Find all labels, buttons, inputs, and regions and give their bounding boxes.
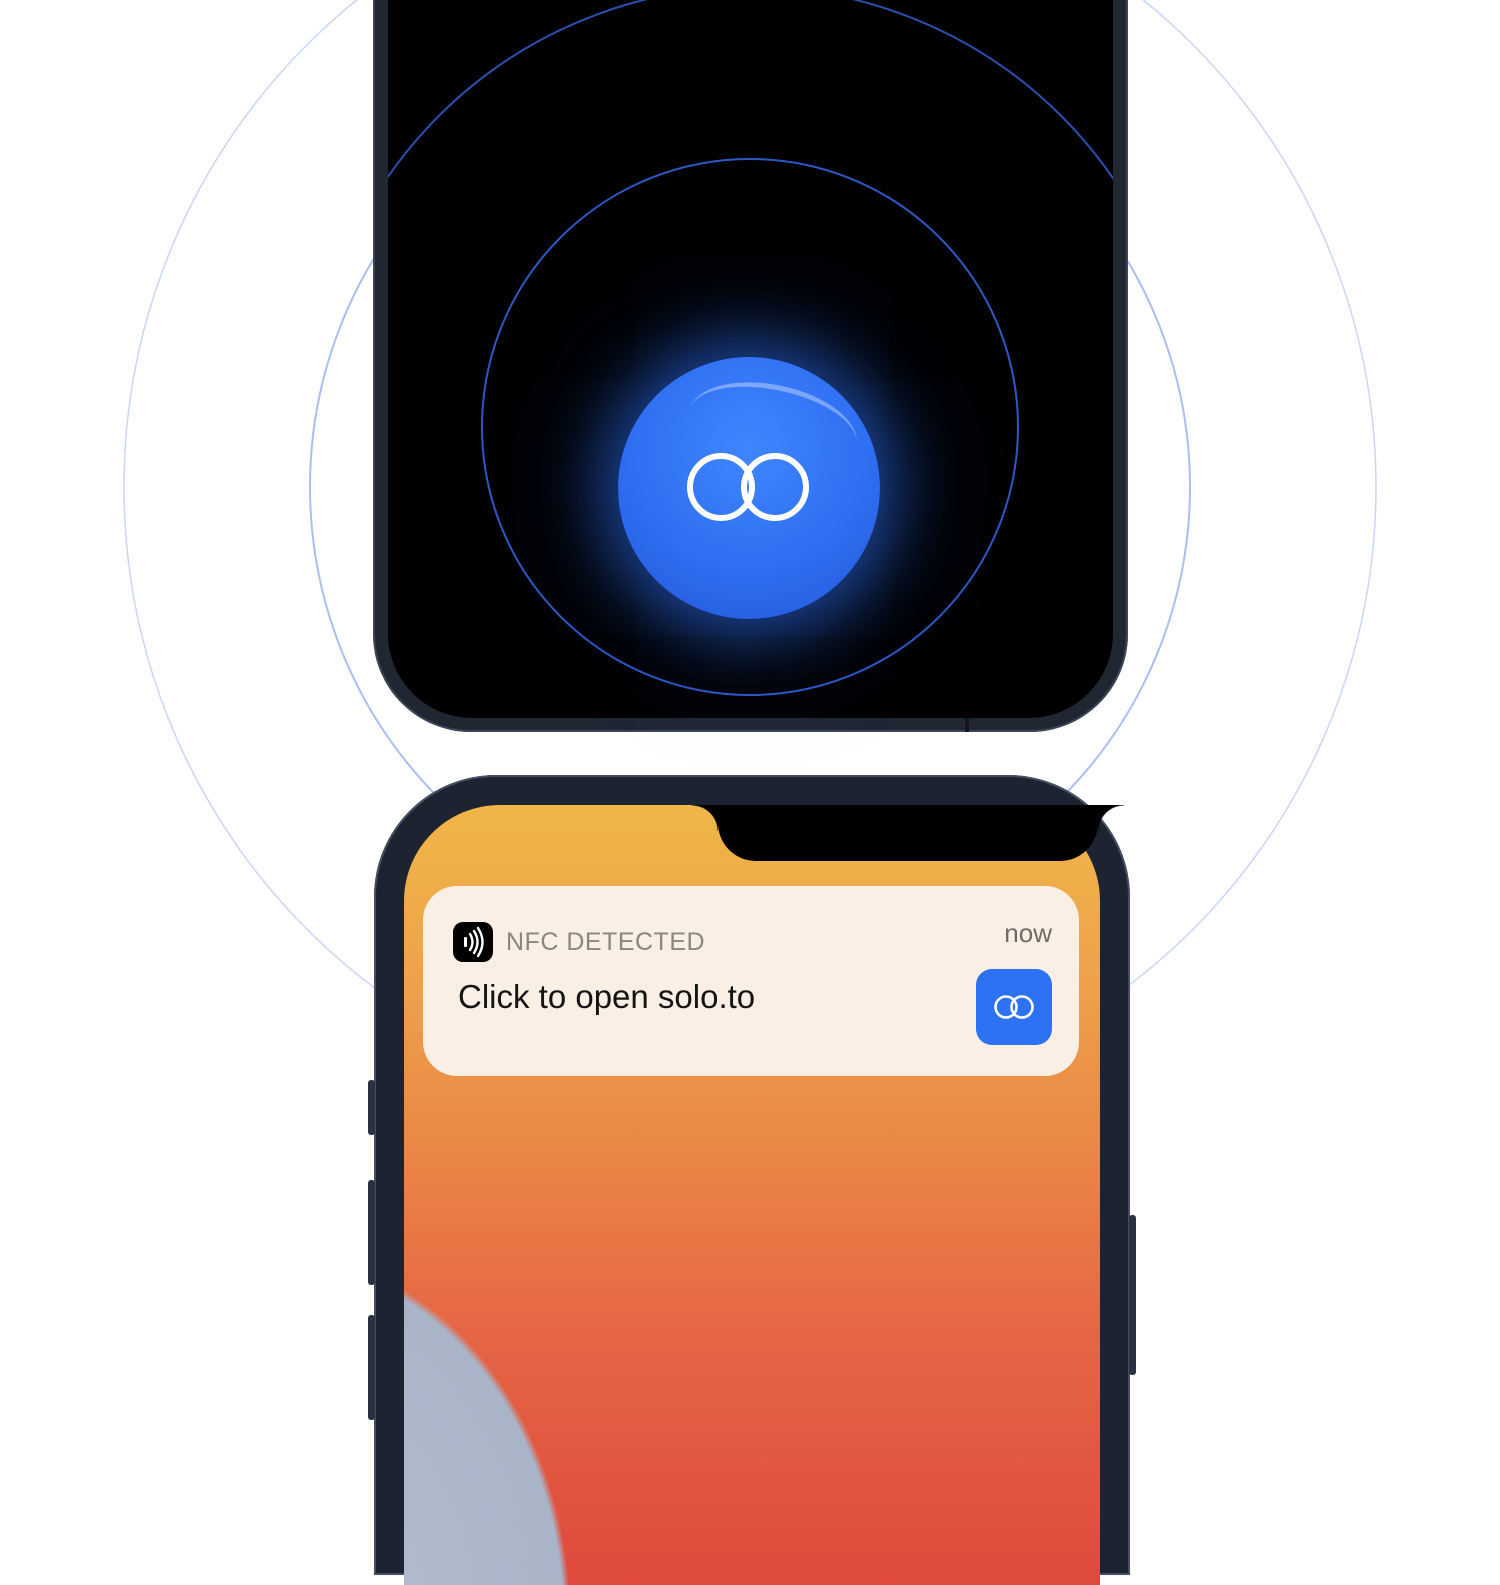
- notification-app-name: NFC DETECTED: [506, 928, 706, 956]
- volume-up-button: [368, 1180, 375, 1285]
- side-button: [1129, 1215, 1136, 1375]
- link-rings-icon: [994, 995, 1034, 1019]
- nfc-tag[interactable]: [618, 357, 880, 619]
- notification-time: now: [1004, 918, 1052, 948]
- nfc-notification[interactable]: NFC DETECTED now Click to open solo.to: [423, 886, 1079, 1076]
- phone-antenna-line: [965, 718, 969, 732]
- notification-message[interactable]: Click to open solo.to: [458, 978, 755, 1016]
- phone-notch: [692, 805, 1124, 861]
- link-rings-icon: [687, 453, 809, 521]
- nfc-icon: [453, 922, 493, 962]
- volume-down-button: [368, 1315, 375, 1420]
- mute-switch: [368, 1080, 375, 1135]
- notification-thumbnail: [976, 969, 1052, 1045]
